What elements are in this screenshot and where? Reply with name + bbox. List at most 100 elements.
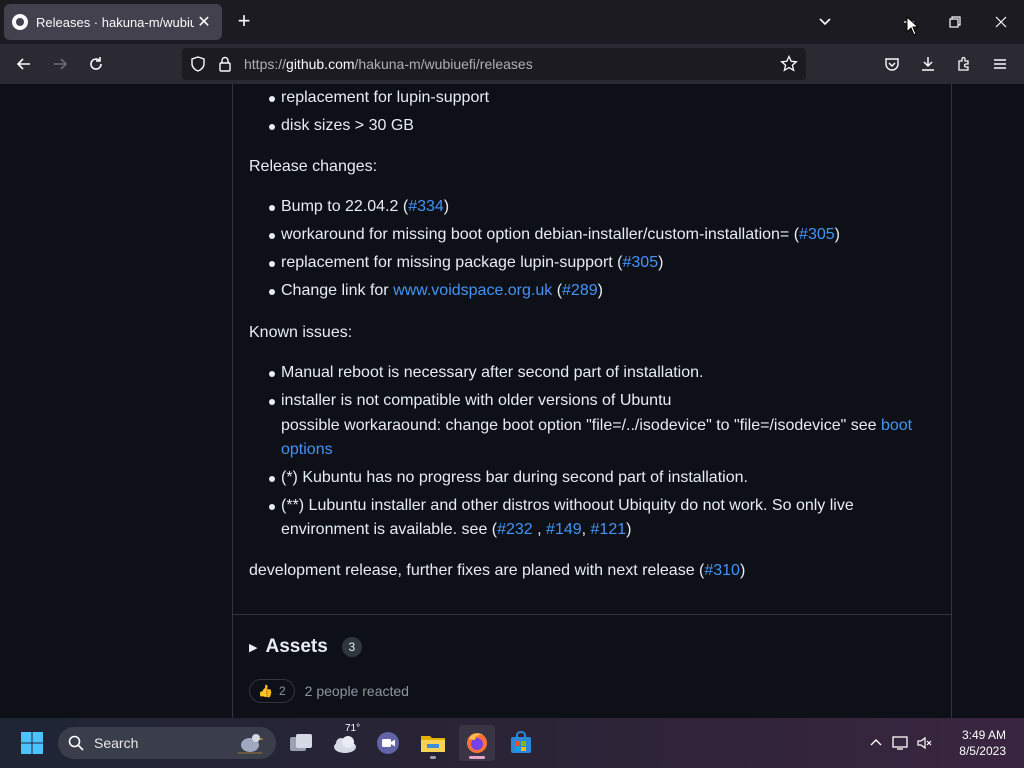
item-text: development release, further fixes are p… — [249, 562, 705, 579]
known-issues-list: Manual reboot is necessary after second … — [249, 361, 939, 542]
cloud-moon-icon — [334, 736, 356, 753]
volume-button[interactable] — [914, 725, 936, 761]
running-indicator — [469, 756, 485, 759]
address-bar[interactable]: https://github.com/hakuna-m/wubiuefi/rel… — [182, 48, 806, 80]
item-text: ) — [443, 198, 450, 215]
page-viewport: replacement for lupin-support disk sizes… — [0, 84, 1024, 718]
list-item: (**) Lubuntu installer and other distros… — [249, 494, 939, 542]
firefox-icon — [467, 733, 487, 753]
tab-strip: Releases · hakuna-m/wubiuefi ✕ + — [0, 0, 1024, 44]
item-text: Change link for — [281, 282, 394, 299]
reactions: 👍 2 2 people reacted — [249, 679, 409, 703]
system-clock[interactable]: 3:49 AM 8/5/2023 — [959, 727, 1006, 759]
pocket-button[interactable] — [878, 50, 906, 78]
issue-link[interactable]: #334 — [408, 198, 444, 215]
item-text: ) — [739, 562, 746, 579]
start-button[interactable] — [14, 725, 50, 761]
show-hidden-icons-button[interactable] — [858, 725, 894, 761]
chevron-down-icon — [819, 18, 831, 26]
search-label: Search — [94, 735, 139, 751]
new-tab-button[interactable]: + — [232, 10, 256, 34]
thumbs-up-reaction-button[interactable]: 👍 2 — [249, 679, 295, 703]
item-text: ) — [626, 521, 632, 538]
tab-close-icon[interactable]: ✕ — [194, 12, 214, 32]
item-text: ) — [658, 254, 664, 271]
release-changes-heading: Release changes: — [249, 158, 378, 175]
item-text: ( — [552, 282, 563, 299]
chevron-up-icon — [870, 739, 882, 746]
weather-widget[interactable]: 71° — [327, 723, 363, 761]
downloads-button[interactable] — [914, 50, 942, 78]
windows-taskbar: Search 71° 3:49 AM 8/5/2023 — [0, 718, 1024, 768]
issue-link[interactable]: #310 — [704, 562, 740, 579]
feature-list: replacement for lupin-support disk sizes… — [249, 86, 939, 138]
search-icon — [68, 735, 84, 751]
issue-link[interactable]: #305 — [623, 254, 659, 271]
network-status-button[interactable] — [890, 725, 912, 761]
issue-link[interactable]: #289 — [562, 282, 598, 299]
microsoft-store-button[interactable] — [503, 725, 539, 761]
issue-link[interactable]: #305 — [799, 226, 835, 243]
assets-toggle[interactable]: ▶ Assets 3 — [249, 636, 362, 658]
folder-icon — [421, 736, 445, 752]
url-text[interactable]: https://github.com/hakuna-m/wubiuefi/rel… — [244, 56, 533, 72]
issue-link[interactable]: #149 — [546, 521, 582, 538]
restore-button[interactable] — [932, 0, 978, 44]
voidspace-link[interactable]: www.voidspace.org.uk — [393, 282, 552, 299]
url-path: /hakuna-m/wubiuefi/releases — [354, 56, 533, 72]
file-explorer-button[interactable] — [415, 725, 451, 761]
puzzle-piece-icon — [958, 56, 969, 71]
navigation-toolbar: https://github.com/hakuna-m/wubiuefi/rel… — [0, 44, 1024, 84]
release-changes-list: Bump to 22.04.2 (#334) workaround for mi… — [249, 195, 939, 303]
list-all-tabs-button[interactable] — [802, 0, 848, 44]
list-item: replacement for lupin-support — [249, 86, 939, 110]
extensions-button[interactable] — [950, 50, 978, 78]
lock-icon[interactable] — [218, 56, 232, 72]
list-item: disk sizes > 30 GB — [249, 114, 939, 138]
list-item: replacement for missing package lupin-su… — [249, 251, 939, 275]
weather-temperature: 71° — [345, 723, 361, 734]
close-window-button[interactable] — [978, 0, 1024, 44]
thumbs-up-icon: 👍 — [258, 684, 273, 698]
reload-icon — [90, 57, 102, 70]
mouse-cursor-icon — [906, 16, 920, 36]
item-text: ) — [834, 226, 840, 243]
issue-link[interactable]: #232 — [497, 521, 533, 538]
browser-tab[interactable]: Releases · hakuna-m/wubiuefi ✕ — [4, 4, 222, 40]
divider — [233, 614, 951, 615]
item-text: Bump to 22.04.2 ( — [281, 198, 409, 215]
running-indicator — [430, 756, 436, 759]
arrow-left-icon — [16, 58, 30, 70]
clock-date: 8/5/2023 — [959, 744, 1006, 758]
store-icon — [511, 731, 531, 753]
shield-icon[interactable] — [190, 56, 206, 72]
pocket-icon — [885, 58, 899, 71]
bookmark-star-icon[interactable] — [780, 55, 798, 73]
tab-title: Releases · hakuna-m/wubiuefi — [36, 14, 194, 30]
forward-button[interactable] — [46, 50, 74, 78]
bird-search-highlight-icon — [238, 734, 264, 754]
download-icon — [922, 57, 934, 71]
reload-button[interactable] — [82, 50, 110, 78]
network-icon — [892, 736, 908, 750]
list-item: Change link for www.voidspace.org.uk (#2… — [249, 279, 939, 303]
restore-icon — [949, 16, 961, 28]
firefox-button[interactable] — [459, 725, 495, 761]
task-view-button[interactable] — [283, 725, 319, 761]
app-menu-button[interactable] — [986, 50, 1014, 78]
item-text: ) — [597, 282, 603, 299]
task-view-icon — [290, 734, 312, 751]
item-text: workaround for missing boot option debia… — [281, 226, 800, 243]
back-button[interactable] — [10, 50, 38, 78]
taskbar-search[interactable]: Search — [58, 727, 276, 759]
list-item: Bump to 22.04.2 (#334) — [249, 195, 939, 219]
list-item: Manual reboot is necessary after second … — [249, 361, 939, 385]
github-favicon-icon — [12, 14, 28, 30]
teams-meet-button[interactable] — [371, 725, 407, 761]
triangle-right-icon: ▶ — [249, 641, 258, 654]
reaction-count: 2 — [278, 684, 286, 698]
list-item: (*) Kubuntu has no progress bar during s… — [249, 466, 939, 490]
issue-link[interactable]: #121 — [591, 521, 627, 538]
close-icon — [995, 16, 1007, 28]
reaction-summary: 2 people reacted — [304, 683, 409, 699]
